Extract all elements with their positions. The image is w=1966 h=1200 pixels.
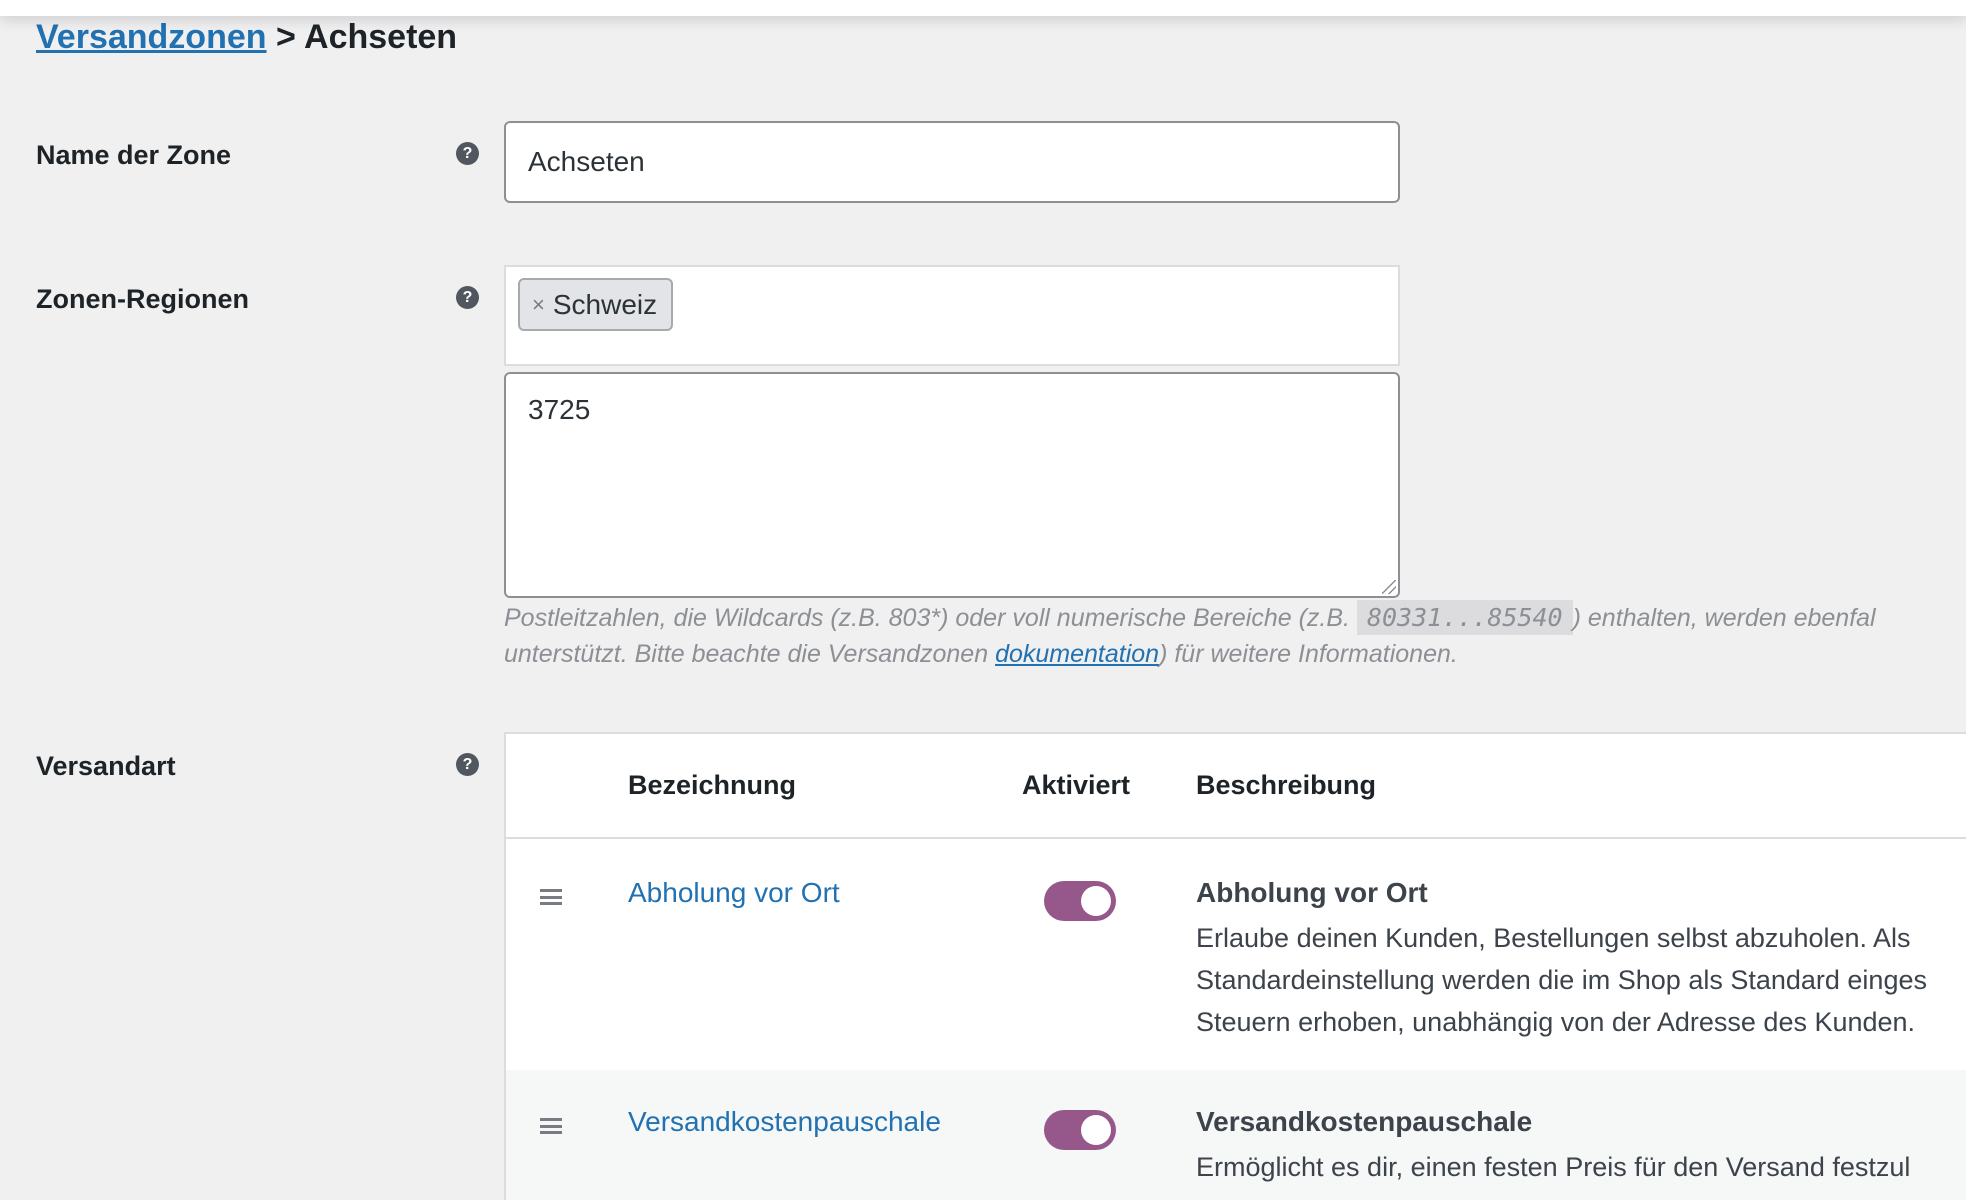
- column-header-enabled: Aktiviert: [1022, 770, 1131, 800]
- drag-handle-icon[interactable]: [540, 889, 562, 905]
- method-desc-text: Erlaube deinen Kunden, Bestellungen selb…: [1196, 917, 1927, 1043]
- method-link-abholung[interactable]: Abholung vor Ort: [628, 877, 840, 909]
- desc-line: Erlaube deinen Kunden, Bestellungen selb…: [1196, 923, 1911, 953]
- hint-text-middle: ) enthalten, werden ebenfal: [1572, 604, 1876, 632]
- breadcrumb-link-versandzonen[interactable]: Versandzonen: [36, 18, 267, 56]
- table-header: Bezeichnung Aktiviert Beschreibung: [506, 734, 1966, 839]
- breadcrumb-separator: >: [275, 18, 296, 56]
- method-toggle-versandkostenpauschale[interactable]: [1044, 1110, 1116, 1150]
- hint-example-range: 80331...85540: [1356, 600, 1573, 635]
- method-desc-title: Abholung vor Ort: [1196, 877, 1428, 908]
- hint-text-line2: unterstützt. Bitte beachte die Versandzo…: [504, 640, 989, 668]
- desc-line: Standardeinstellung werden die im Shop a…: [1196, 965, 1927, 995]
- shipping-methods-help-icon[interactable]: ?: [456, 753, 479, 776]
- column-header-name: Bezeichnung: [628, 770, 797, 800]
- breadcrumb-current: Achseten: [304, 18, 458, 56]
- chip-remove-icon[interactable]: ×: [532, 292, 545, 318]
- hint-text-after: ) für weitere Informationen.: [1159, 640, 1458, 668]
- method-toggle-abholung[interactable]: [1044, 881, 1116, 921]
- hint-documentation-link[interactable]: dokumentation: [995, 640, 1159, 668]
- drag-handle-icon[interactable]: [540, 1118, 562, 1134]
- method-link-versandkostenpauschale[interactable]: Versandkostenpauschale: [628, 1106, 941, 1138]
- desc-line: Ermöglicht es dir, einen festen Preis fü…: [1196, 1152, 1911, 1182]
- postcode-textarea[interactable]: 3725: [504, 372, 1400, 598]
- table-row: Abholung vor Ort Abholung vor Ort Erlaub…: [506, 841, 1966, 1070]
- table-row: Versandkostenpauschale Versandkostenpaus…: [506, 1070, 1966, 1200]
- zone-name-input[interactable]: [504, 121, 1400, 203]
- textarea-resize-handle[interactable]: [1382, 580, 1396, 594]
- zone-regions-label: Zonen-Regionen: [36, 284, 249, 314]
- method-desc-text: Ermöglicht es dir, einen festen Preis fü…: [1196, 1146, 1910, 1188]
- zone-regions-select[interactable]: × Schweiz: [504, 265, 1400, 366]
- zone-regions-help-icon[interactable]: ?: [456, 286, 479, 309]
- zone-name-label: Name der Zone: [36, 140, 232, 170]
- postcode-hint: Postleitzahlen, die Wildcards (z.B. 803*…: [504, 600, 1966, 672]
- region-chip-label: Schweiz: [552, 288, 658, 320]
- shipping-methods-table: Bezeichnung Aktiviert Beschreibung Abhol…: [504, 732, 1966, 1200]
- breadcrumb: Versandzonen > Achseten: [36, 18, 457, 57]
- shipping-methods-label: Versandart: [36, 751, 176, 781]
- column-header-description: Beschreibung: [1196, 770, 1377, 800]
- desc-line: Steuern erhoben, unabhängig von der Adre…: [1196, 1007, 1916, 1037]
- zone-name-help-icon[interactable]: ?: [456, 142, 479, 165]
- region-chip-schweiz: × Schweiz: [518, 278, 674, 331]
- hint-text-before: Postleitzahlen, die Wildcards (z.B. 803*…: [504, 604, 1350, 632]
- admin-bar-edge: [0, 0, 1966, 16]
- method-desc-title: Versandkostenpauschale: [1196, 1106, 1533, 1137]
